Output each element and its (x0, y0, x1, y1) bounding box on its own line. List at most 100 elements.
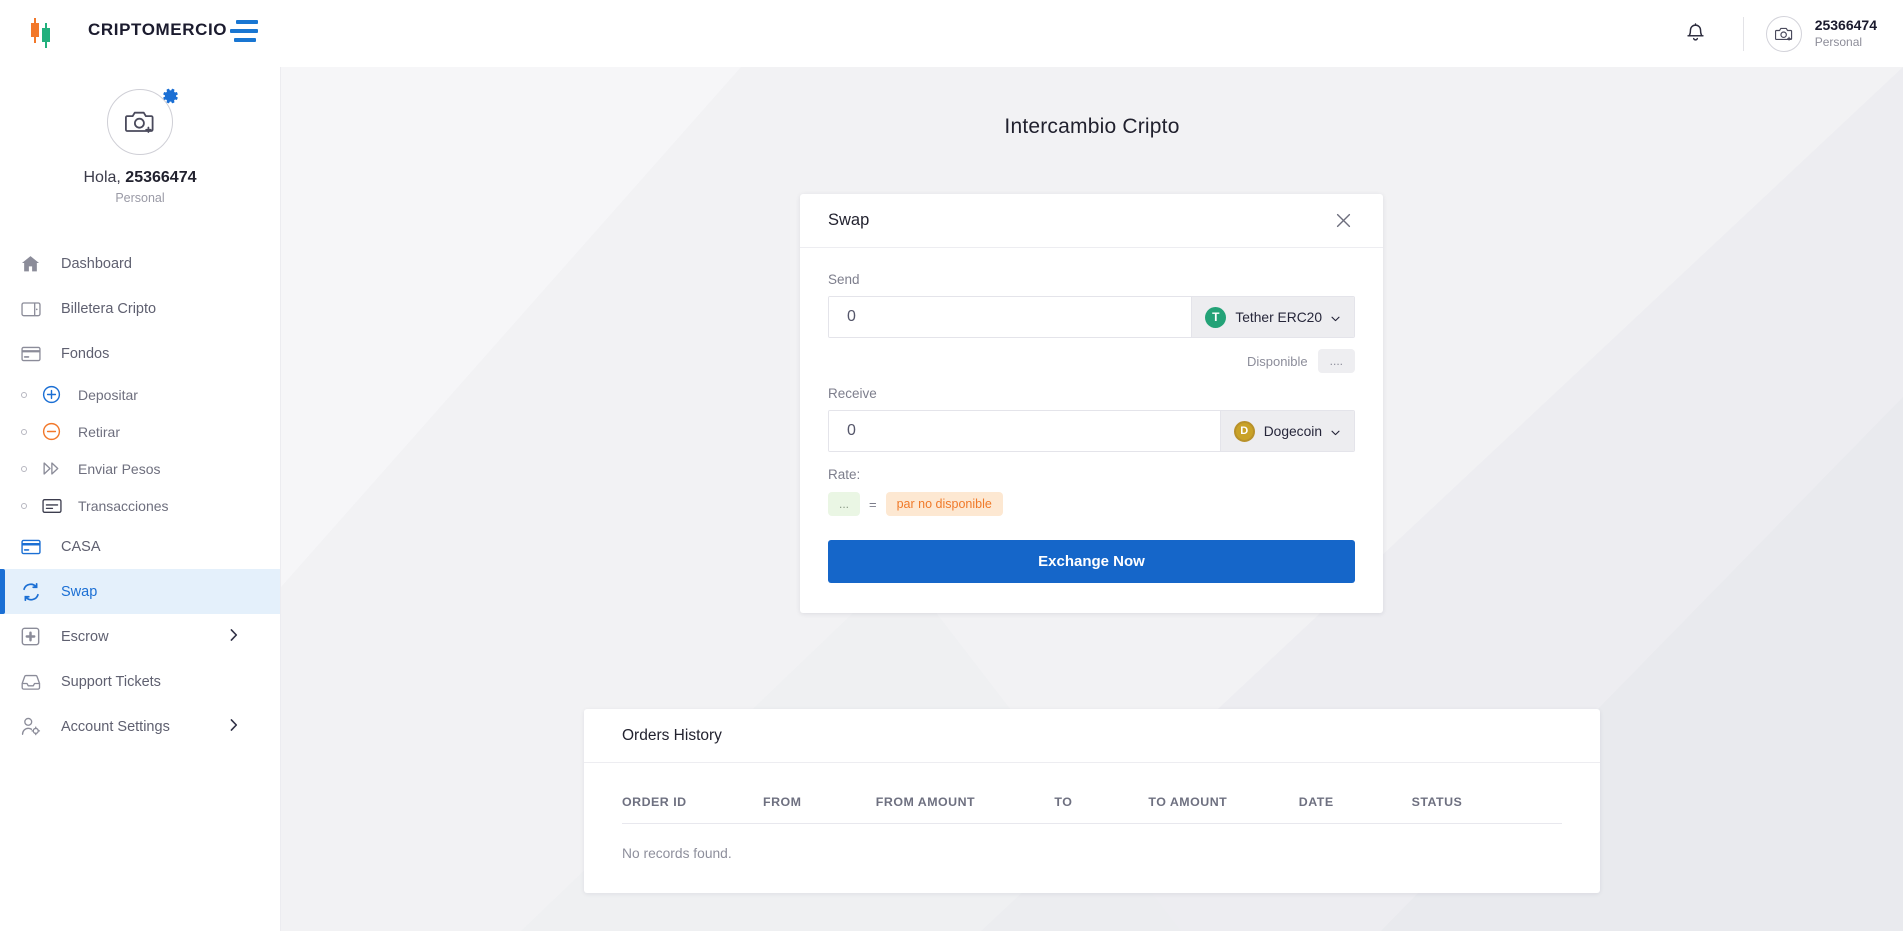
sidebar-item-label: Retirar (78, 424, 120, 440)
send-amount-input[interactable] (829, 297, 1191, 337)
sidebar-item-transacciones[interactable]: Transacciones (0, 487, 280, 524)
top-bar: CRIPTOMERCIO 25366474 Personal (0, 0, 1903, 67)
profile-greeting-prefix: Hola, (84, 169, 126, 186)
sidebar-item-fondos[interactable]: Fondos (0, 331, 280, 376)
sidebar-item-enviar-pesos[interactable]: Enviar Pesos (0, 450, 280, 487)
home-icon (21, 255, 47, 273)
column-header-from[interactable]: FROM (763, 789, 876, 824)
sidebar-item-escrow[interactable]: Escrow (0, 614, 280, 659)
send-coin-label: Tether ERC20 (1235, 310, 1322, 325)
bullet-icon (21, 503, 27, 509)
avatar[interactable] (1766, 16, 1802, 52)
close-icon[interactable] (1332, 209, 1355, 232)
receive-coin-label: Dogecoin (1264, 424, 1322, 439)
column-header-status[interactable]: STATUS (1412, 789, 1562, 824)
page-title: Intercambio Cripto (281, 115, 1903, 139)
wallet-icon (21, 300, 47, 317)
sidebar-item-label: Fondos (61, 346, 109, 362)
rate-equals-sign: = (869, 497, 877, 512)
available-label: Disponible (1247, 354, 1308, 369)
candlestick-logo-icon[interactable] (28, 17, 54, 49)
chevron-right-icon (230, 718, 238, 735)
list-card-icon (42, 498, 66, 514)
chevron-down-icon (1331, 424, 1340, 439)
bullet-icon (21, 429, 27, 435)
sidebar-item-label: Depositar (78, 387, 138, 403)
receive-amount-row: D Dogecoin (828, 410, 1355, 452)
empty-state-message: No records found. (622, 824, 1562, 861)
square-plus-icon (21, 627, 47, 646)
receive-label: Receive (828, 386, 1355, 401)
sidebar-item-label: Billetera Cripto (61, 301, 156, 317)
user-gear-icon (21, 717, 47, 736)
blue-card-icon (21, 539, 47, 555)
profile-greeting: Hola, 25366474 (0, 169, 280, 187)
rate-label: Rate: (828, 467, 1355, 482)
column-header-to-amount[interactable]: TO AMOUNT (1148, 789, 1298, 824)
swap-card-body: Send T Tether ERC20 Disponible .... Re (800, 248, 1383, 613)
sidebar-item-billetera-cripto[interactable]: Billetera Cripto (0, 286, 280, 331)
column-header-to[interactable]: TO (1054, 789, 1148, 824)
bullet-icon (21, 392, 27, 398)
sidebar-item-dashboard[interactable]: Dashboard (0, 241, 280, 286)
brand-name[interactable]: CRIPTOMERCIO (88, 20, 227, 40)
swap-card: Swap Send T Tether ERC20 (800, 194, 1383, 613)
orders-history-table: ORDER ID FROM FROM AMOUNT TO TO AMOUNT D… (622, 789, 1562, 824)
sidebar-item-label: Support Tickets (61, 674, 161, 690)
column-header-date[interactable]: DATE (1299, 789, 1412, 824)
sidebar-item-account-settings[interactable]: Account Settings (0, 704, 280, 749)
inbox-icon (21, 673, 47, 691)
sidebar-profile: Hola, 25366474 Personal (0, 67, 280, 215)
tether-icon: T (1205, 307, 1226, 328)
sidebar-item-label: Swap (61, 584, 97, 600)
sidebar: Hola, 25366474 Personal Dashboard Bil (0, 67, 281, 931)
column-header-from-amount[interactable]: FROM AMOUNT (876, 789, 1055, 824)
available-row: Disponible .... (828, 349, 1355, 373)
chevron-right-icon (230, 628, 238, 645)
swap-icon (21, 582, 47, 602)
bullet-icon (21, 466, 27, 472)
sidebar-item-depositar[interactable]: Depositar (0, 376, 280, 413)
header-divider (1743, 17, 1744, 51)
profile-user-id: 25366474 (125, 169, 196, 186)
rate-row: ... = par no disponible (828, 492, 1355, 516)
exchange-now-button[interactable]: Exchange Now (828, 540, 1355, 583)
send-label: Send (828, 272, 1355, 287)
header-user-info[interactable]: 25366474 Personal (1815, 17, 1877, 50)
chevron-down-icon (1331, 310, 1340, 325)
column-header-order-id[interactable]: ORDER ID (622, 789, 763, 824)
receive-coin-select[interactable]: D Dogecoin (1220, 411, 1354, 451)
main-content: Intercambio Cripto Swap Send T Tether ER… (281, 67, 1903, 931)
orders-history-title: Orders History (584, 709, 1600, 763)
sidebar-item-casa[interactable]: CASA (0, 524, 280, 569)
sidebar-item-label: Account Settings (61, 719, 170, 735)
dogecoin-icon: D (1234, 421, 1255, 442)
top-bar-right: 25366474 Personal (1675, 0, 1877, 67)
header-user-id: 25366474 (1815, 17, 1877, 35)
profile-account-type: Personal (0, 191, 280, 205)
sidebar-item-label: Transacciones (78, 498, 169, 514)
minus-circle-icon (42, 422, 66, 441)
gear-icon[interactable] (161, 87, 179, 110)
orders-history-body: ORDER ID FROM FROM AMOUNT TO TO AMOUNT D… (584, 763, 1600, 893)
orders-history-card: Orders History ORDER ID FROM FROM AMOUNT… (584, 709, 1600, 893)
table-header-row: ORDER ID FROM FROM AMOUNT TO TO AMOUNT D… (622, 789, 1562, 824)
receive-amount-input[interactable] (829, 411, 1220, 451)
send-coin-select[interactable]: T Tether ERC20 (1191, 297, 1354, 337)
sidebar-item-label: Enviar Pesos (78, 461, 160, 477)
rate-left-value: ... (828, 492, 860, 516)
sidebar-item-label: CASA (61, 539, 101, 555)
hamburger-icon[interactable] (228, 20, 258, 46)
sidebar-item-label: Dashboard (61, 256, 132, 272)
plus-circle-icon (42, 385, 66, 404)
sidebar-nav: Dashboard Billetera Cripto (0, 241, 280, 749)
credit-card-icon (21, 346, 47, 362)
swap-card-header: Swap (800, 194, 1383, 248)
bell-icon[interactable] (1675, 13, 1717, 55)
available-value: .... (1318, 349, 1355, 373)
swap-title: Swap (828, 211, 869, 230)
sidebar-item-support-tickets[interactable]: Support Tickets (0, 659, 280, 704)
sidebar-item-retirar[interactable]: Retirar (0, 413, 280, 450)
sidebar-item-swap[interactable]: Swap (0, 569, 280, 614)
rate-right-value: par no disponible (886, 492, 1003, 516)
